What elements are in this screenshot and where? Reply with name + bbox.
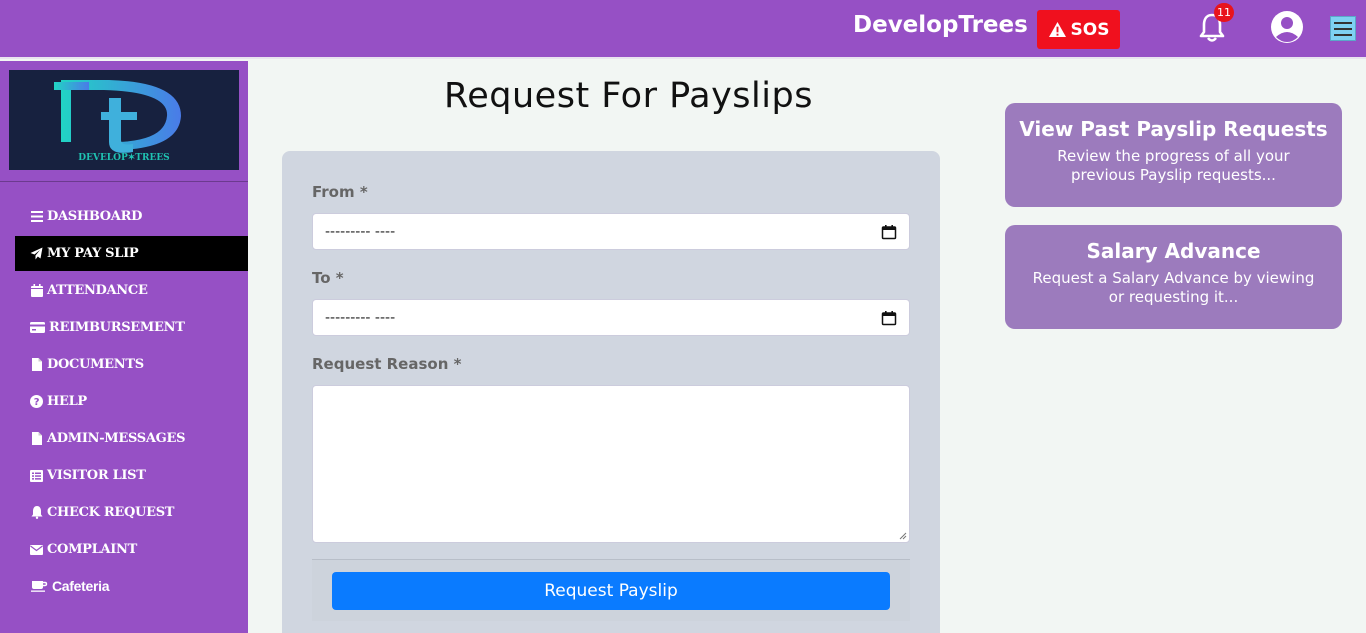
sidebar-item-label: ADMIN-MESSAGES bbox=[47, 431, 186, 446]
notification-count-badge: 11 bbox=[1214, 3, 1234, 22]
to-date-input[interactable]: --------- ---- bbox=[312, 299, 910, 336]
request-payslip-button[interactable]: Request Payslip bbox=[332, 572, 890, 610]
sidebar-item-my-pay-slip[interactable]: MY PAY SLIP bbox=[15, 236, 248, 271]
bars-icon bbox=[30, 210, 43, 223]
brand-name[interactable]: DevelopTrees bbox=[853, 12, 1028, 38]
sidebar-item-label: ATTENDANCE bbox=[47, 283, 148, 298]
resize-handle-icon[interactable] bbox=[899, 532, 907, 540]
sidebar-item-label: VISITOR LIST bbox=[47, 468, 146, 483]
calendar-icon[interactable] bbox=[881, 310, 897, 326]
sos-button[interactable]: SOS bbox=[1037, 10, 1120, 49]
calendar-icon[interactable] bbox=[881, 224, 897, 240]
list-icon bbox=[30, 469, 43, 482]
sidebar-item-dashboard[interactable]: DASHBOARD bbox=[15, 199, 248, 234]
sidebar-item-label: HELP bbox=[47, 394, 87, 409]
sidebar-item-label: MY PAY SLIP bbox=[47, 246, 139, 261]
card-description: Request a Salary Advance by viewing or r… bbox=[1032, 269, 1315, 306]
sidebar-item-label: DASHBOARD bbox=[47, 209, 143, 224]
calendar-icon bbox=[30, 284, 43, 297]
card-title: Salary Advance bbox=[1086, 239, 1261, 263]
sidebar-divider bbox=[0, 181, 248, 182]
credit-card-icon bbox=[30, 321, 45, 334]
company-logo[interactable]: DEVELOP✶TREES bbox=[9, 70, 239, 170]
sidebar-item-label: Cafeteria bbox=[52, 577, 110, 594]
page-title: Request For Payslips bbox=[444, 76, 813, 116]
request-reason-label: Request Reason * bbox=[312, 355, 462, 373]
sidebar-item-documents[interactable]: DOCUMENTS bbox=[15, 347, 248, 382]
sidebar-item-cafeteria[interactable]: Cafeteria bbox=[15, 568, 248, 603]
to-label: To * bbox=[312, 269, 344, 287]
from-label: From * bbox=[312, 183, 368, 201]
sidebar-item-label: DOCUMENTS bbox=[47, 357, 144, 372]
svg-text:?: ? bbox=[34, 397, 40, 408]
sidebar-item-reimbursement[interactable]: REIMBURSEMENT bbox=[15, 310, 248, 345]
sidebar-item-label: COMPLAINT bbox=[47, 542, 138, 557]
request-reason-textarea[interactable] bbox=[312, 385, 910, 543]
top-navbar: DevelopTrees SOS 11 bbox=[0, 0, 1366, 59]
sidebar-item-check-request[interactable]: CHECK REQUEST bbox=[15, 495, 248, 530]
bell-icon bbox=[30, 506, 43, 519]
card-description: Review the progress of all your previous… bbox=[1057, 147, 1290, 184]
sos-label: SOS bbox=[1070, 19, 1110, 40]
card-title: View Past Payslip Requests bbox=[1019, 117, 1328, 141]
sidebar-item-attendance[interactable]: ATTENDANCE bbox=[15, 273, 248, 308]
question-circle-icon: ? bbox=[30, 395, 43, 408]
file-icon bbox=[30, 432, 43, 445]
sidebar-item-visitor-list[interactable]: VISITOR LIST bbox=[15, 458, 248, 493]
coffee-icon bbox=[30, 579, 48, 592]
view-past-requests-card[interactable]: View Past Payslip Requests Review the pr… bbox=[1005, 103, 1342, 207]
paper-plane-icon bbox=[30, 247, 43, 260]
sidebar-item-complaint[interactable]: COMPLAINT bbox=[15, 532, 248, 567]
sidebar: DEVELOP✶TREES DASHBOARD MY PAY SLIP ATTE… bbox=[0, 61, 248, 633]
sidebar-item-label: CHECK REQUEST bbox=[47, 505, 175, 520]
user-avatar-icon[interactable] bbox=[1270, 10, 1304, 44]
salary-advance-card[interactable]: Salary Advance Request a Salary Advance … bbox=[1005, 225, 1342, 329]
sidebar-item-help[interactable]: ? HELP bbox=[15, 384, 248, 419]
sidebar-item-label: REIMBURSEMENT bbox=[49, 320, 185, 335]
from-date-input[interactable]: --------- ---- bbox=[312, 213, 910, 250]
warning-icon bbox=[1048, 21, 1066, 38]
menu-toggle-button[interactable] bbox=[1330, 16, 1356, 41]
from-date-value: --------- ---- bbox=[325, 223, 396, 240]
svg-text:DEVELOP✶TREES: DEVELOP✶TREES bbox=[78, 153, 169, 163]
to-date-value: --------- ---- bbox=[325, 309, 396, 326]
envelope-icon bbox=[30, 543, 43, 556]
sidebar-item-admin-messages[interactable]: ADMIN-MESSAGES bbox=[15, 421, 248, 456]
file-icon bbox=[30, 358, 43, 371]
